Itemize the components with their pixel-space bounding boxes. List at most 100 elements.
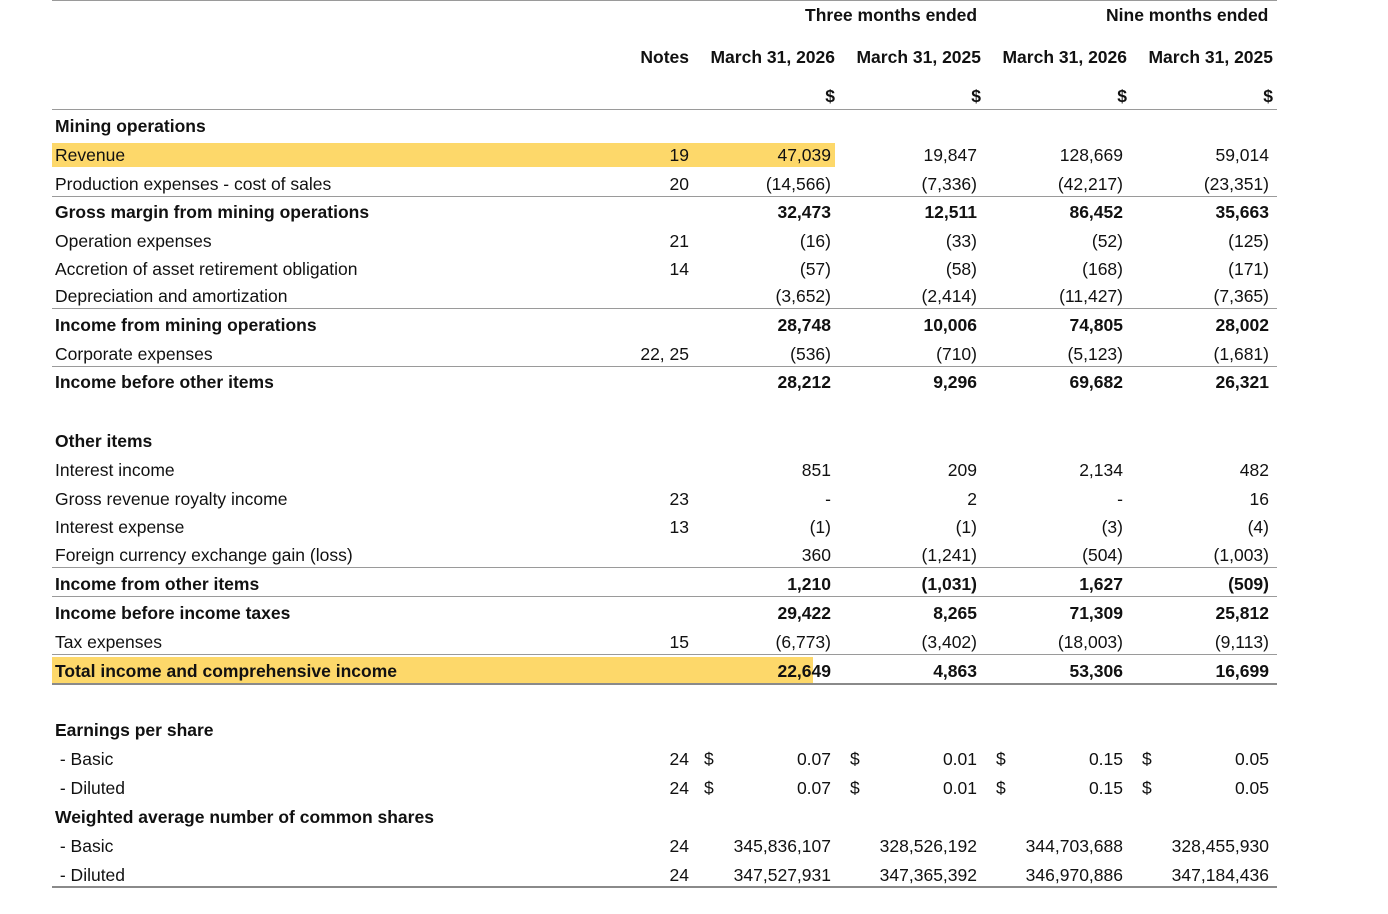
rule-total-top (52, 654, 1277, 655)
row-22-weighted-average-number-of-common-shares-label: Weighted average number of common shares (55, 807, 434, 827)
row-21-diluted-note: 24 (669, 778, 689, 798)
row-9-income-before-other-items-label: Income before other items (55, 372, 274, 392)
row-14-foreign-currency-exchange-gain-loss-value-3: (504) (1082, 545, 1123, 565)
row-17-tax-expenses-value-2: (3,402) (921, 632, 977, 652)
row-12-gross-revenue-royalty-income-value-3: - (1117, 489, 1123, 509)
row-8-corporate-expenses-value-1: (536) (790, 344, 831, 364)
row-9-income-before-other-items-value-1: 28,212 (777, 372, 831, 392)
currency-1: $ (825, 86, 835, 106)
row-23-basic-label: - Basic (55, 836, 114, 856)
row-11-interest-income-value-1: 851 (801, 460, 831, 480)
row-20-basic-dollar-3: $ (996, 749, 1006, 769)
row-5-accretion-of-asset-retirement-obligation-value-1: (57) (799, 259, 831, 279)
row-23-basic-value-1: 345,836,107 (733, 836, 831, 856)
row-24-diluted-value-3: 346,970,886 (1025, 865, 1123, 885)
row-1-revenue-note: 19 (669, 145, 689, 165)
row-2-production-expenses-cost-of-sales-label: Production expenses - cost of sales (55, 174, 332, 194)
row-20-basic-dollar-1: $ (704, 749, 714, 769)
row-5-accretion-of-asset-retirement-obligation-value-2: (58) (945, 259, 977, 279)
row-18-total-income-and-comprehensive-income-value-1: 22,649 (777, 661, 831, 681)
row-1-revenue-value-2: 19,847 (923, 145, 977, 165)
currency-2: $ (971, 86, 981, 106)
row-8-corporate-expenses-note: 22, 25 (640, 344, 689, 364)
row-13-interest-expense-value-3: (3) (1101, 517, 1123, 537)
row-21-diluted-value-2: 0.01 (942, 778, 977, 798)
row-16-income-before-income-taxes-value-2: 8,265 (933, 603, 977, 623)
row-12-gross-revenue-royalty-income-value-1: - (825, 489, 831, 509)
row-2-production-expenses-cost-of-sales-value-1: (14,566) (765, 174, 831, 194)
row-3-gross-margin-from-mining-operations-value-2: 12,511 (924, 202, 977, 222)
rule-table-bottom (52, 886, 1277, 888)
col-header-1: March 31, 2026 (710, 47, 835, 67)
row-20-basic-value-2: 0.01 (942, 749, 977, 769)
col-header-2: March 31, 2025 (856, 47, 981, 67)
row-20-basic-value-1: 0.07 (796, 749, 831, 769)
rule-income-other-items (52, 567, 1277, 568)
row-8-corporate-expenses-value-4: (1,681) (1213, 344, 1269, 364)
row-1-revenue-value-4: 59,014 (1215, 145, 1269, 165)
row-20-basic-label: - Basic (55, 749, 114, 769)
currency-4: $ (1263, 86, 1273, 106)
row-13-interest-expense-value-1: (1) (809, 517, 831, 537)
row-8-corporate-expenses-label: Corporate expenses (55, 344, 213, 364)
row-8-corporate-expenses-value-2: (710) (936, 344, 977, 364)
row-7-income-from-mining-operations-value-2: 10,006 (923, 315, 977, 335)
row-12-gross-revenue-royalty-income-label: Gross revenue royalty income (55, 489, 288, 509)
row-15-income-from-other-items-value-2: (1,031) (921, 574, 977, 594)
row-17-tax-expenses-value-1: (6,773) (775, 632, 831, 652)
row-14-foreign-currency-exchange-gain-loss-value-1: 360 (801, 545, 831, 565)
row-1-revenue-value-1: 47,039 (777, 145, 831, 165)
row-6-depreciation-and-amortization-value-3: (11,427) (1059, 286, 1123, 306)
row-14-foreign-currency-exchange-gain-loss-label: Foreign currency exchange gain (loss) (55, 545, 353, 565)
row-24-diluted-value-4: 347,184,436 (1171, 865, 1269, 885)
notes-header: Notes (640, 47, 689, 67)
col-header-3: March 31, 2026 (1002, 47, 1127, 67)
row-4-operation-expenses-value-1: (16) (799, 231, 831, 251)
currency-3: $ (1117, 86, 1127, 106)
row-15-income-from-other-items-value-4: (509) (1228, 574, 1269, 594)
rule-total-bottom (52, 683, 1277, 685)
row-3-gross-margin-from-mining-operations-value-3: 86,452 (1069, 202, 1123, 222)
row-18-total-income-and-comprehensive-income-label: Total income and comprehensive income (55, 661, 397, 681)
header-rule (52, 109, 1277, 110)
row-11-interest-income-value-3: 2,134 (1079, 460, 1123, 480)
row-0-mining-operations-label: Mining operations (55, 116, 206, 136)
row-1-revenue-label: Revenue (55, 145, 126, 165)
row-24-diluted-label: - Diluted (55, 865, 126, 885)
row-7-income-from-mining-operations-label: Income from mining operations (55, 315, 317, 335)
row-14-foreign-currency-exchange-gain-loss-value-2: (1,241) (921, 545, 977, 565)
row-6-depreciation-and-amortization-value-1: (3,652) (775, 286, 831, 306)
row-23-basic-value-3: 344,703,688 (1025, 836, 1123, 856)
row-5-accretion-of-asset-retirement-obligation-note: 14 (669, 259, 689, 279)
row-21-diluted-dollar-3: $ (996, 778, 1006, 798)
row-11-interest-income-label: Interest income (55, 460, 175, 480)
row-6-depreciation-and-amortization-value-4: (7,365) (1213, 286, 1269, 306)
rule-gross-margin (52, 196, 1277, 197)
row-23-basic-value-4: 328,455,930 (1171, 836, 1269, 856)
row-3-gross-margin-from-mining-operations-label: Gross margin from mining operations (55, 202, 370, 222)
row-12-gross-revenue-royalty-income-value-4: 16 (1249, 489, 1269, 509)
row-4-operation-expenses-note: 21 (669, 231, 689, 251)
row-6-depreciation-and-amortization-label: Depreciation and amortization (55, 286, 288, 306)
row-13-interest-expense-note: 13 (669, 517, 689, 537)
rule-before-taxes (52, 596, 1277, 597)
row-9-income-before-other-items-value-4: 26,321 (1215, 372, 1269, 392)
row-20-basic-dollar-2: $ (850, 749, 860, 769)
rule-income-before-other (52, 366, 1277, 367)
row-2-production-expenses-cost-of-sales-value-4: (23,351) (1203, 174, 1269, 194)
row-12-gross-revenue-royalty-income-note: 23 (669, 489, 689, 509)
row-17-tax-expenses-value-4: (9,113) (1214, 632, 1269, 652)
row-5-accretion-of-asset-retirement-obligation-value-4: (171) (1228, 259, 1269, 279)
col-header-4: March 31, 2025 (1148, 47, 1273, 67)
row-23-basic-value-2: 328,526,192 (879, 836, 977, 856)
row-2-production-expenses-cost-of-sales-value-2: (7,336) (921, 174, 977, 194)
row-20-basic-value-4: 0.05 (1234, 749, 1269, 769)
row-24-diluted-note: 24 (669, 865, 689, 885)
row-23-basic-note: 24 (669, 836, 689, 856)
row-15-income-from-other-items-label: Income from other items (55, 574, 260, 594)
row-24-diluted-value-1: 347,527,931 (733, 865, 831, 885)
nine-months-header: Nine months ended (1106, 5, 1269, 25)
row-6-depreciation-and-amortization-value-2: (2,414) (921, 286, 977, 306)
row-21-diluted-dollar-4: $ (1142, 778, 1152, 798)
row-17-tax-expenses-note: 15 (669, 632, 689, 652)
